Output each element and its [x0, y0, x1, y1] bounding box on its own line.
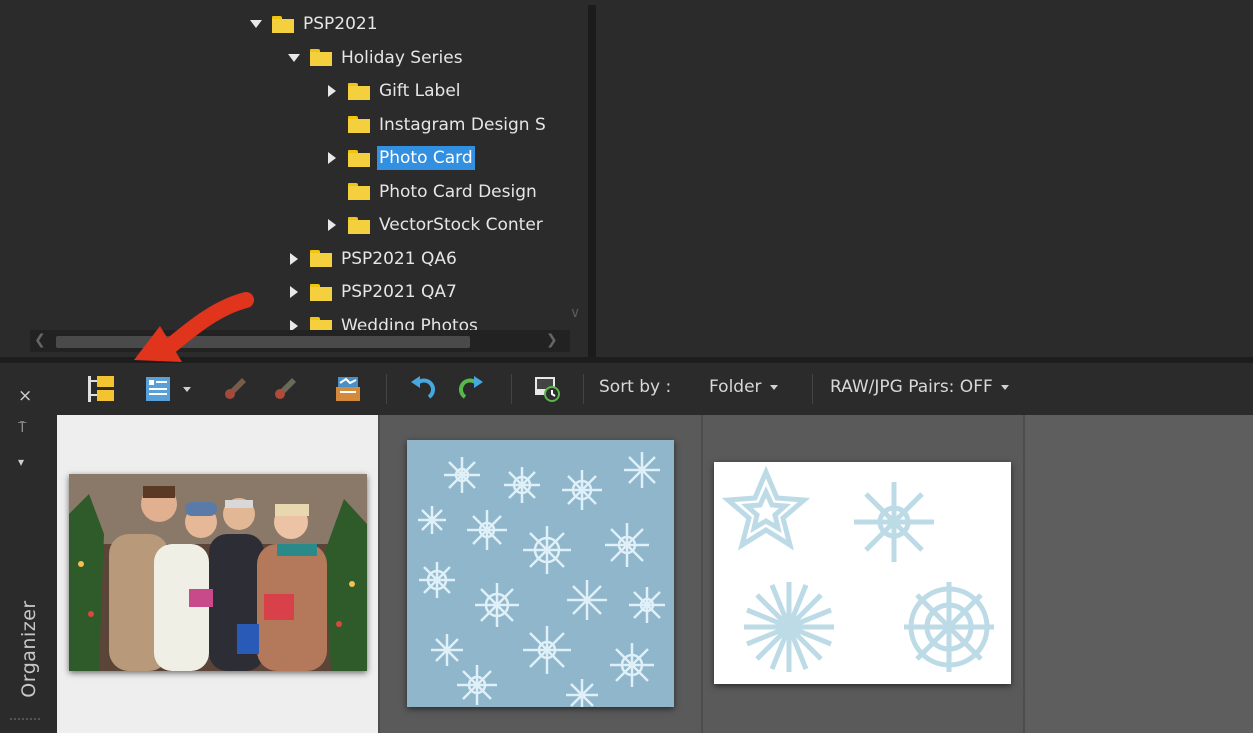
collapse-arrow-icon[interactable]: [286, 284, 302, 300]
folder-icon: [348, 116, 370, 133]
rotate-right-icon: [459, 376, 483, 399]
tree-item-psp2021-qa7[interactable]: PSP2021 QA7: [286, 277, 459, 307]
scroll-left-icon[interactable]: ❮: [34, 333, 46, 347]
snowflake-set-image: [714, 462, 1011, 684]
folder-icon: [272, 15, 294, 33]
tree-item-photo-card[interactable]: Photo Card: [324, 143, 475, 173]
tree-item-label: PSP2021 QA6: [341, 248, 457, 269]
untag-button[interactable]: [268, 372, 302, 406]
tree-item-gift-label[interactable]: Gift Label: [324, 76, 463, 106]
eyedropper-alt-icon: [275, 378, 296, 399]
expand-arrow-icon[interactable]: [286, 50, 302, 66]
tree-item-label: Photo Card Design: [379, 181, 537, 202]
eyedropper-icon: [225, 378, 246, 399]
scroll-right-icon[interactable]: ❯: [546, 333, 558, 347]
folder-icon: [348, 216, 370, 234]
photo-clock-icon: [535, 377, 560, 402]
snowflake-pattern-image: [407, 440, 674, 707]
tree-item-label: VectorStock Conter: [379, 215, 543, 235]
thumbnail-empty-area: [1025, 415, 1253, 733]
details-list-icon: [146, 377, 170, 401]
toolbar-separator: [812, 374, 813, 404]
rotate-right-button[interactable]: [456, 372, 490, 406]
folder-icon: [348, 149, 370, 167]
callout-arrow-icon: [134, 292, 254, 362]
pin-icon[interactable]: ⍑: [18, 420, 26, 436]
sort-by-dropdown[interactable]: Folder: [709, 377, 778, 397]
collapse-arrow-icon[interactable]: [324, 217, 340, 233]
preview-pane: [596, 5, 1253, 357]
tree-item-instagram-design-s[interactable]: Instagram Design S: [324, 110, 548, 140]
batch-process-button[interactable]: [331, 372, 365, 406]
navigation-toggle-button[interactable]: [84, 372, 118, 406]
pane-splitter-vertical[interactable]: [588, 5, 596, 357]
folder-tree[interactable]: PSP2021 Holiday Series Gift Label Instagram…: [8, 5, 588, 352]
menu-chevron-down-icon[interactable]: ▾: [18, 455, 24, 469]
snowflake-set-thumbnail[interactable]: [714, 462, 1011, 684]
tree-item-label: PSP2021: [303, 14, 378, 34]
collapse-arrow-icon[interactable]: [286, 251, 302, 267]
collapse-arrow-icon[interactable]: [324, 150, 340, 166]
rotate-left-icon: [411, 376, 435, 399]
tree-item-label: PSP2021 QA7: [341, 282, 457, 302]
tag-button[interactable]: [218, 372, 252, 406]
tree-item-psp2021[interactable]: PSP2021: [248, 9, 380, 39]
folder-icon: [310, 49, 332, 66]
tree-item-vectorstock-conter[interactable]: VectorStock Conter: [324, 210, 545, 240]
info-view-dropdown[interactable]: [177, 372, 197, 406]
chevron-down-icon: [769, 384, 778, 390]
image-stack-icon: [336, 377, 360, 401]
folder-tree-icon: [88, 376, 114, 402]
chevron-down-icon: [1000, 384, 1009, 390]
grip-handle[interactable]: [10, 718, 40, 726]
folder-icon: [348, 82, 370, 100]
tree-item-label: Instagram Design S: [379, 114, 546, 135]
sort-by-value: Folder: [709, 377, 762, 397]
tree-item-label: Photo Card: [377, 146, 475, 170]
folder-icon: [310, 283, 332, 301]
sort-by-label: Sort by :: [599, 377, 672, 397]
tree-item-label: Holiday Series: [341, 47, 463, 68]
tree-item-psp2021-qa6[interactable]: PSP2021 QA6: [286, 244, 459, 274]
toolbar-separator: [511, 374, 512, 404]
scroll-down-icon[interactable]: ∨: [570, 305, 586, 321]
family-photo-image: [69, 474, 367, 671]
time-machine-button[interactable]: [530, 372, 564, 406]
raw-jpg-pairs-dropdown[interactable]: RAW/JPG Pairs: OFF: [830, 377, 1009, 397]
toolbar-separator: [583, 374, 584, 404]
folder-icon: [310, 250, 332, 267]
expand-arrow-icon[interactable]: [248, 16, 264, 32]
collapse-arrow-icon[interactable]: [324, 83, 340, 99]
folder-icon: [348, 183, 370, 200]
tree-item-holiday-series[interactable]: Holiday Series: [286, 43, 465, 73]
info-view-button[interactable]: [141, 372, 175, 406]
snowflake-pattern-thumbnail[interactable]: [407, 440, 674, 707]
organizer-panel-title: Organizer: [18, 600, 40, 698]
chevron-down-icon: [183, 386, 191, 392]
tree-item-photo-card-design[interactable]: Photo Card Design: [324, 177, 539, 207]
toolbar-separator: [386, 374, 387, 404]
rotate-left-button[interactable]: [404, 372, 438, 406]
close-icon[interactable]: ×: [18, 386, 32, 406]
tree-item-label: Gift Label: [379, 81, 461, 101]
family-photo-thumbnail[interactable]: [69, 474, 367, 671]
scrollbar-thumb[interactable]: [56, 336, 470, 348]
raw-jpg-pairs-value: RAW/JPG Pairs: OFF: [830, 377, 993, 397]
